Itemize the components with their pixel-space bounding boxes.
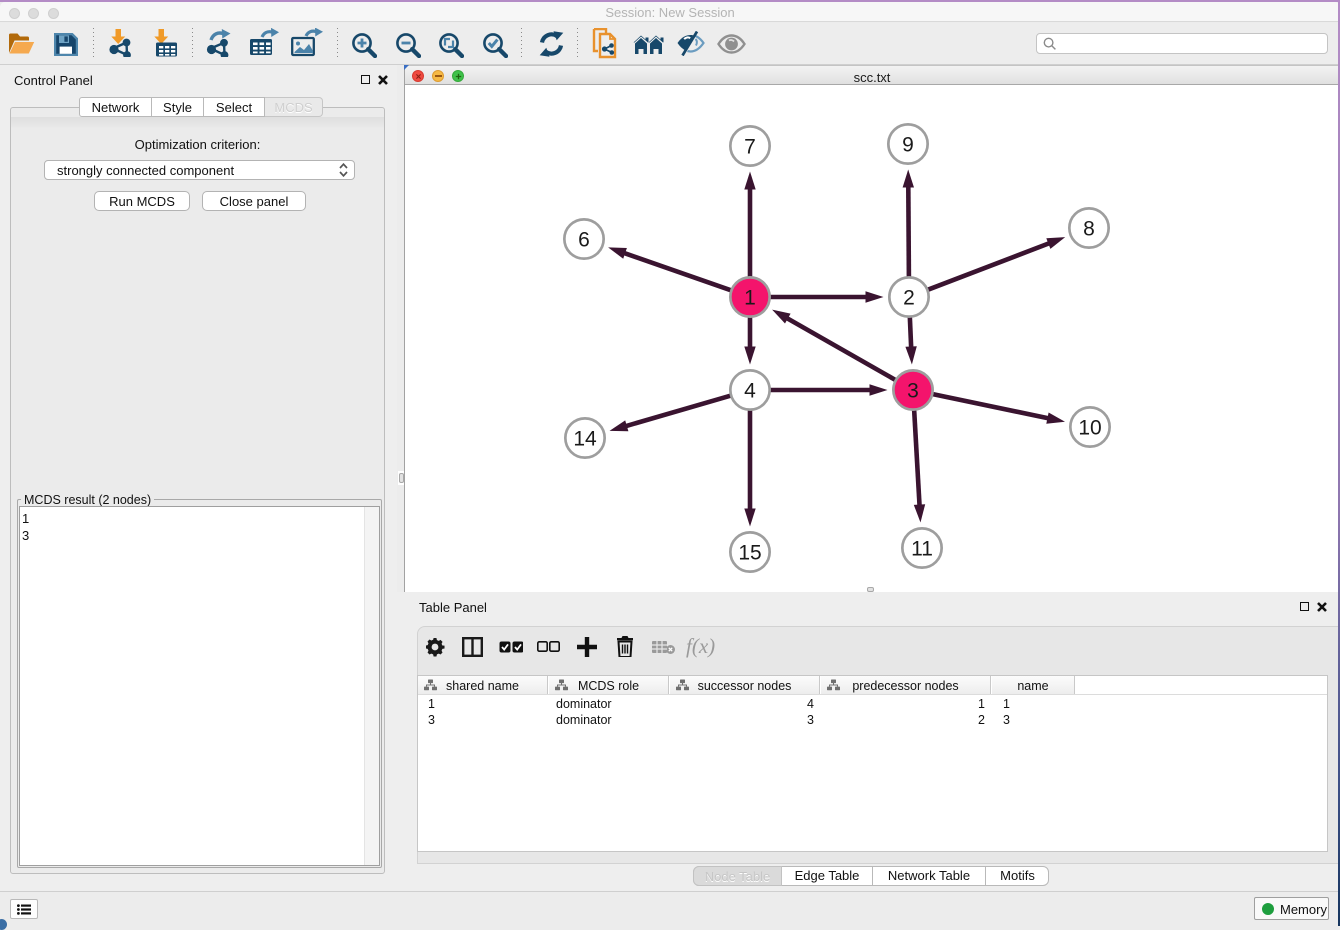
svg-text:3: 3 xyxy=(907,380,919,403)
svg-text:8: 8 xyxy=(1083,218,1095,241)
svg-text:10: 10 xyxy=(1078,417,1101,440)
svg-text:14: 14 xyxy=(573,428,597,451)
svg-text:9: 9 xyxy=(902,134,914,157)
svg-text:6: 6 xyxy=(578,229,590,252)
svg-text:11: 11 xyxy=(911,538,933,561)
svg-text:1: 1 xyxy=(744,287,756,310)
svg-text:4: 4 xyxy=(744,380,756,403)
svg-text:7: 7 xyxy=(744,136,756,159)
svg-text:2: 2 xyxy=(903,287,915,310)
svg-text:15: 15 xyxy=(738,542,761,565)
